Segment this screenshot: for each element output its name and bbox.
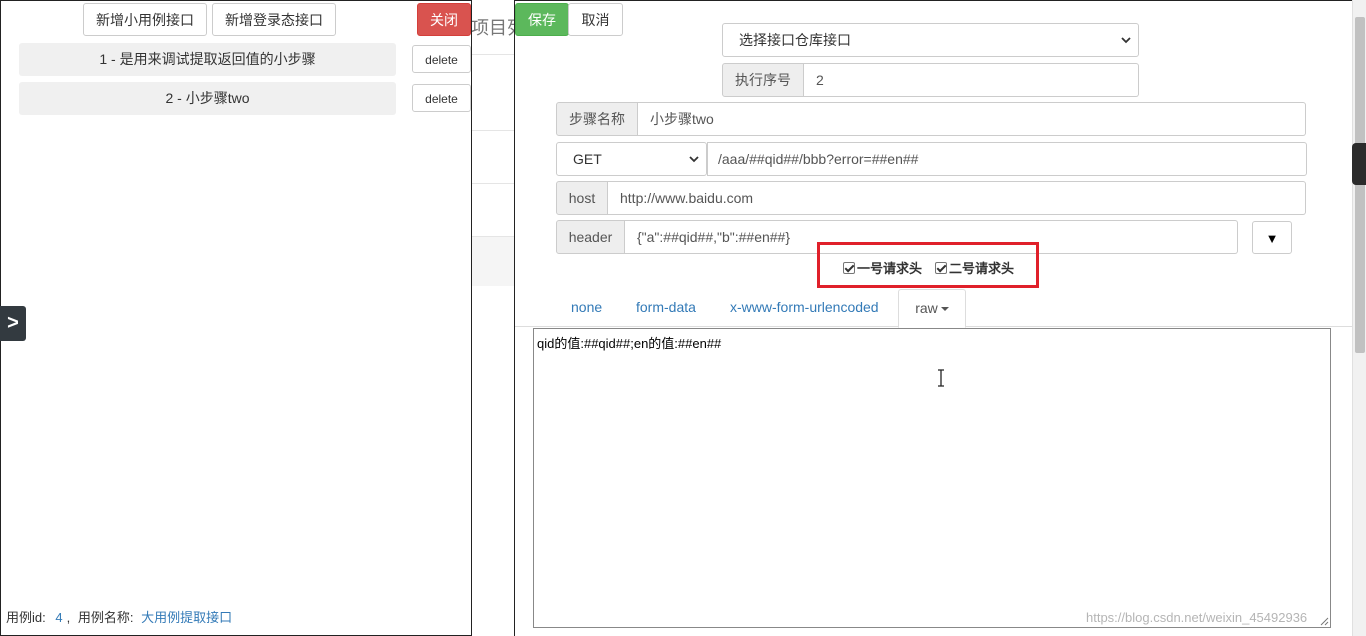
checkbox-checked-icon[interactable] bbox=[843, 262, 855, 274]
tab-raw[interactable]: raw bbox=[898, 289, 966, 328]
save-button[interactable]: 保存 bbox=[515, 3, 569, 36]
step-list-panel: 新增小用例接口 新增登录态接口 关闭 1 - 是用来调试提取返回值的小步骤 de… bbox=[0, 0, 472, 636]
order-group: 执行序号 2 bbox=[722, 63, 1139, 97]
step-name-label: 步骤名称 bbox=[556, 102, 638, 136]
close-button[interactable]: 关闭 bbox=[417, 3, 471, 36]
delete-step-button[interactable]: delete bbox=[412, 84, 471, 112]
add-case-api-button[interactable]: 新增小用例接口 bbox=[83, 3, 207, 36]
step-editor-panel: 保存 取消 选择接口仓库接口 执行序号 2 步骤名称 小步骤two GET /a… bbox=[514, 0, 1353, 636]
request-body-textarea[interactable]: qid的值:##qid##;en的值:##en## bbox=[533, 328, 1331, 628]
tab-raw-label: raw bbox=[915, 300, 938, 316]
case-name-label: 用例名称: bbox=[77, 610, 134, 625]
host-label: host bbox=[556, 181, 608, 215]
scrollbar-thumb[interactable] bbox=[1355, 17, 1365, 353]
http-method-value: GET bbox=[573, 151, 602, 167]
expand-sidebar-button[interactable]: > bbox=[0, 306, 26, 341]
case-info-footer: 用例id: 4, 用例名称: 大用例提取接口 bbox=[6, 607, 232, 626]
background-row bbox=[471, 236, 515, 286]
chevron-down-icon bbox=[1121, 37, 1131, 44]
request-body-text: qid的值:##qid##;en的值:##en## bbox=[537, 336, 722, 351]
tab-form-data[interactable]: form-data bbox=[636, 289, 696, 327]
case-name-value[interactable]: 大用例提取接口 bbox=[141, 610, 232, 625]
text-cursor-icon bbox=[938, 369, 944, 387]
header-preset-1[interactable]: 一号请求头 bbox=[843, 258, 922, 277]
order-input[interactable]: 2 bbox=[804, 63, 1139, 97]
host-input[interactable]: http://www.baidu.com bbox=[608, 181, 1306, 215]
case-id-label: 用例id: bbox=[6, 610, 46, 625]
step-name-input[interactable]: 小步骤two bbox=[638, 102, 1306, 136]
url-input[interactable]: /aaa/##qid##/bbb?error=##en## bbox=[707, 142, 1307, 176]
body-type-tabs: none form-data x-www-form-urlencoded raw bbox=[515, 289, 1353, 328]
page-scrollbar[interactable] bbox=[1352, 0, 1366, 636]
step-item[interactable]: 2 - 小步骤two bbox=[19, 82, 396, 115]
header-dropdown-button[interactable]: ▼ bbox=[1252, 221, 1292, 254]
api-repo-select-value: 选择接口仓库接口 bbox=[739, 32, 851, 48]
background-row bbox=[471, 54, 515, 104]
add-login-api-button[interactable]: 新增登录态接口 bbox=[212, 3, 336, 36]
background-title: 项目列 bbox=[471, 18, 515, 38]
host-group: host http://www.baidu.com bbox=[556, 181, 1306, 215]
background-row bbox=[471, 130, 515, 180]
watermark: https://blog.csdn.net/weixin_45492936 bbox=[1086, 610, 1308, 625]
order-label: 执行序号 bbox=[722, 63, 804, 97]
background-row bbox=[471, 183, 515, 233]
step-item[interactable]: 1 - 是用来调试提取返回值的小步骤 bbox=[19, 43, 396, 76]
header-presets-highlight: 一号请求头 二号请求头 bbox=[817, 242, 1039, 288]
tab-none[interactable]: none bbox=[571, 289, 602, 327]
resize-grip-icon[interactable] bbox=[1320, 617, 1329, 626]
checkbox-checked-icon[interactable] bbox=[935, 262, 947, 274]
cancel-button[interactable]: 取消 bbox=[568, 3, 623, 36]
step-name-group: 步骤名称 小步骤two bbox=[556, 102, 1306, 136]
header-preset-2[interactable]: 二号请求头 bbox=[935, 258, 1014, 277]
header-preset-2-label: 二号请求头 bbox=[949, 261, 1015, 276]
footer-separator: , bbox=[66, 610, 71, 625]
scroll-indicator bbox=[1352, 143, 1366, 185]
api-repo-select[interactable]: 选择接口仓库接口 bbox=[722, 23, 1139, 57]
tab-x-www-form-urlencoded[interactable]: x-www-form-urlencoded bbox=[730, 289, 879, 327]
chevron-down-icon bbox=[689, 156, 699, 163]
http-method-select[interactable]: GET bbox=[556, 142, 707, 176]
delete-step-button[interactable]: delete bbox=[412, 45, 471, 73]
caret-down-icon bbox=[940, 307, 949, 312]
case-id-value[interactable]: 4 bbox=[55, 610, 62, 625]
header-preset-1-label: 一号请求头 bbox=[857, 261, 923, 276]
background-page: 项目列 bbox=[471, 0, 515, 636]
header-label: header bbox=[556, 220, 625, 254]
